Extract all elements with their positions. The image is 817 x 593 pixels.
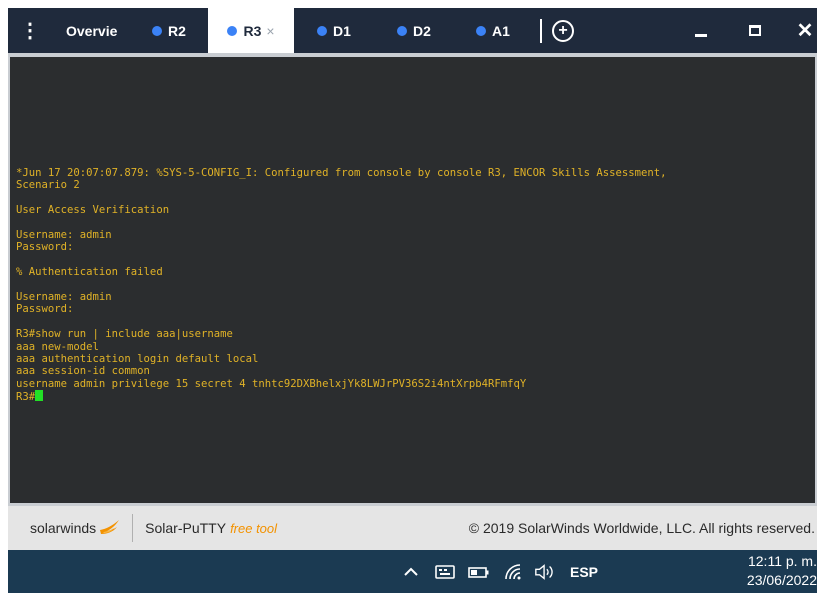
tab-d2[interactable]: D2 (374, 8, 454, 53)
tab-label: R2 (168, 22, 186, 39)
tab-overview[interactable]: Overvie (52, 8, 130, 53)
system-tray: ESP (400, 550, 598, 593)
product-name: Solar-PuTTY free tool (145, 520, 277, 536)
status-dot-icon (397, 25, 408, 36)
keyboard-icon[interactable] (434, 561, 456, 583)
volume-icon[interactable] (534, 561, 556, 583)
windows-taskbar: ESP 12:11 p. m. 23/06/2022 (8, 550, 817, 593)
tab-label: D2 (413, 22, 431, 39)
maximize-button[interactable] (735, 8, 775, 53)
clock-time: 12:11 p. m. (747, 553, 817, 569)
battery-icon[interactable] (468, 561, 490, 583)
terminal-prompt: R3# (16, 391, 36, 404)
minimize-button[interactable] (681, 8, 721, 53)
app-footer: solarwinds Solar-PuTTY free tool © 2019 S… (8, 506, 817, 550)
terminal-line: % Authentication failed (16, 266, 163, 279)
close-icon[interactable]: × (266, 23, 274, 39)
tab-bar: ⋮ Overvie R2 R3 × D1 D2 A1 + ✕ (8, 8, 817, 53)
tab-label: Overvie (66, 22, 118, 39)
terminal-line: Password: (16, 241, 74, 254)
close-window-button[interactable]: ✕ (785, 8, 817, 53)
terminal-line: aaa new-model (16, 340, 99, 353)
wifi-icon[interactable] (502, 561, 524, 583)
plus-circle-icon[interactable]: + (552, 19, 574, 42)
tab-r3[interactable]: R3 × (208, 8, 294, 53)
free-tool-label: free tool (230, 521, 278, 536)
copyright-text: © 2019 SolarWinds Worldwide, LLC. All ri… (468, 520, 815, 536)
brand-name: solarwinds (30, 520, 97, 536)
status-dot-icon (152, 25, 163, 36)
status-dot-icon (476, 25, 487, 36)
terminal-line: R3#show run | include aaa|username (16, 328, 233, 341)
terminal-line: aaa session-id common (16, 365, 150, 378)
terminal-line: Password: (16, 303, 74, 316)
tab-label: D1 (333, 22, 351, 39)
terminal-line: Username: admin (16, 229, 112, 241)
flame-icon (100, 520, 120, 534)
cursor-block (35, 390, 44, 402)
terminal-line: username admin privilege 15 secret 4 tnh… (16, 377, 527, 390)
terminal-console[interactable]: *Jun 17 20:07:07.879: %SYS-5-CONFIG_I: C… (10, 57, 815, 503)
terminal-frame: *Jun 17 20:07:07.879: %SYS-5-CONFIG_I: C… (8, 53, 817, 506)
status-dot-icon (227, 25, 238, 36)
product-label: Solar-PuTTY (145, 520, 227, 536)
status-dot-icon (317, 25, 328, 36)
clock[interactable]: 12:11 p. m. 23/06/2022 (697, 552, 817, 590)
terminal-line: Scenario 2 (16, 179, 80, 192)
terminal-line: Username: admin (16, 291, 112, 303)
chevron-up-icon[interactable] (400, 561, 422, 583)
tab-label: A1 (492, 22, 510, 39)
kebab-menu-icon[interactable]: ⋮ (8, 8, 52, 53)
tab-d1[interactable]: D1 (294, 8, 374, 53)
minimize-icon (695, 34, 707, 37)
terminal-prompt-line: R3# (16, 390, 809, 403)
solarwinds-logo: solarwinds (30, 517, 120, 539)
tab-separator (540, 18, 542, 43)
footer-divider (132, 514, 134, 542)
terminal-line: *Jun 17 20:07:07.879: %SYS-5-CONFIG_I: C… (16, 167, 667, 179)
close-icon: ✕ (796, 20, 814, 42)
terminal-line: User Access Verification (16, 204, 170, 217)
tab-label: R3 (243, 22, 262, 39)
tab-a1[interactable]: A1 (454, 8, 532, 53)
clock-date: 23/06/2022 (746, 572, 817, 588)
tab-r2[interactable]: R2 (130, 8, 208, 53)
terminal-line: aaa authentication login default local (16, 353, 259, 366)
language-indicator[interactable]: ESP (570, 564, 598, 580)
maximize-icon (749, 25, 761, 36)
